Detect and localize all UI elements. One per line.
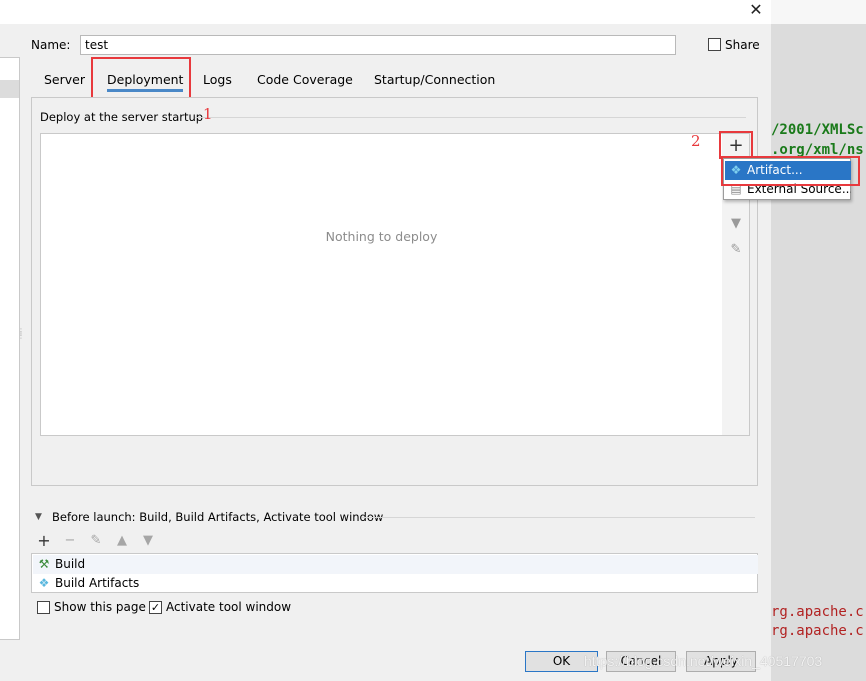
arrow-up-icon[interactable]: ▲ (113, 532, 131, 550)
arrow-down-icon[interactable]: ▼ (139, 532, 157, 550)
dialog-titlebar (0, 0, 771, 24)
deploy-section-header: Deploy at the server startup (40, 110, 204, 124)
artifact-icon: ❖ (38, 576, 50, 590)
splitter-grip-icon[interactable]: ⋮ ⋮ (17, 328, 25, 344)
tab-server[interactable]: Server (44, 70, 85, 92)
minus-icon[interactable]: − (61, 532, 79, 550)
configuration-tree[interactable] (0, 57, 20, 640)
activate-tool-window-label[interactable]: Activate tool window (166, 599, 291, 616)
activate-tool-window-checkbox[interactable]: ✓ (149, 601, 162, 614)
background-strip (771, 0, 866, 24)
plus-icon[interactable]: + (35, 532, 53, 550)
configuration-tree-selected-row[interactable] (0, 80, 19, 98)
pencil-icon[interactable]: ✎ (87, 532, 105, 550)
tab-code-coverage[interactable]: Code Coverage (257, 70, 353, 92)
list-item[interactable]: ❖ Build Artifacts (33, 574, 758, 593)
name-label: Name: (31, 38, 71, 52)
annotation-box-deployment-tab (91, 57, 191, 101)
collapse-arrow-icon[interactable]: ▼ (35, 512, 42, 522)
list-item-label: Build Artifacts (55, 576, 140, 590)
section-divider (362, 517, 755, 518)
watermark: https://blog.csdn.net/weixin_40517703 (584, 653, 823, 669)
share-checkbox[interactable] (708, 38, 721, 51)
show-page-checkbox[interactable] (37, 601, 50, 614)
name-input[interactable]: test (80, 35, 676, 55)
run-configuration-dialog: ✕ ⋮ ⋮ Name: test Share Server Deployment … (0, 0, 860, 681)
annotation-number-1: 1 (203, 105, 213, 123)
deploy-list[interactable] (40, 133, 723, 436)
tab-startup-connection[interactable]: Startup/Connection (374, 70, 495, 92)
share-label[interactable]: Share (725, 36, 760, 54)
arrow-down-icon[interactable]: ▼ (727, 215, 745, 233)
list-item[interactable]: ⚒ Build (33, 555, 758, 574)
section-divider (195, 117, 746, 118)
list-item-label: Build (55, 557, 86, 571)
empty-state-text: Nothing to deploy (325, 229, 438, 244)
hammer-icon: ⚒ (38, 557, 50, 571)
code-line: rg.apache.c (771, 623, 864, 639)
before-launch-label[interactable]: Before launch: Build, Build Artifacts, A… (52, 509, 383, 525)
show-page-label[interactable]: Show this page (54, 599, 146, 616)
code-line: rg.apache.c (771, 604, 864, 620)
pencil-icon[interactable]: ✎ (727, 241, 745, 259)
annotation-number-2: 2 (691, 132, 701, 150)
before-launch-list: ⚒ Build ❖ Build Artifacts (31, 553, 758, 593)
background-editor: /2001/XMLSc .org/xml/ns rg.apache.c rg.a… (771, 0, 866, 681)
code-line: /2001/XMLSc (771, 122, 864, 138)
tab-logs[interactable]: Logs (203, 70, 232, 92)
annotation-box-artifact (721, 156, 860, 186)
close-icon[interactable]: ✕ (745, 0, 767, 22)
annotation-box-plus (719, 131, 753, 159)
